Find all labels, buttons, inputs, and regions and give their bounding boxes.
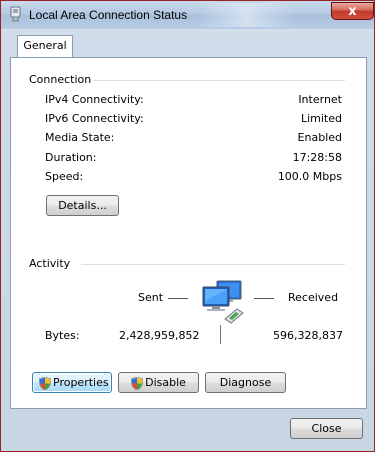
activity-separator — [220, 325, 221, 344]
media-state-value: Enabled — [297, 131, 342, 144]
duration-value: 17:28:58 — [292, 151, 342, 164]
received-connector-line — [254, 298, 274, 299]
duration-label: Duration: — [45, 151, 97, 164]
network-computers-icon — [201, 277, 247, 328]
window-close-button[interactable]: x — [331, 2, 374, 20]
activity-group-divider — [81, 264, 345, 265]
properties-button[interactable]: Properties — [32, 372, 112, 393]
activity-group-heading: Activity — [29, 257, 71, 270]
connection-group-heading: Connection — [29, 73, 92, 86]
close-button[interactable]: Close — [290, 418, 363, 439]
disable-button-label: Disable — [145, 376, 186, 389]
connection-group-divider — [93, 80, 345, 81]
media-state-label: Media State: — [45, 131, 115, 144]
disable-button[interactable]: Disable — [118, 372, 199, 393]
bytes-label: Bytes: — [45, 329, 80, 342]
diagnose-button[interactable]: Diagnose — [205, 372, 286, 393]
speed-value: 100.0 Mbps — [277, 170, 342, 183]
uac-shield-icon — [131, 376, 144, 390]
ipv6-connectivity-value: Limited — [300, 112, 342, 125]
tab-general[interactable]: General — [17, 35, 73, 58]
network-adapter-icon — [10, 6, 21, 23]
general-tab-panel: Connection IPv4 Connectivity: Internet I… — [10, 57, 367, 409]
title-bar-glass — [196, 3, 296, 27]
window-title: Local Area Connection Status — [29, 8, 188, 22]
sent-label: Sent — [138, 291, 164, 304]
speed-label: Speed: — [45, 170, 84, 183]
ipv4-connectivity-value: Internet — [298, 93, 342, 106]
sent-connector-line — [168, 298, 188, 299]
details-button[interactable]: Details... — [46, 195, 119, 216]
ipv6-connectivity-label: IPv6 Connectivity: — [45, 112, 144, 125]
title-bar[interactable]: Local Area Connection Status x — [1, 1, 374, 29]
bytes-received-value: 596,328,837 — [273, 329, 343, 342]
dialog-window: Local Area Connection Status x General C… — [0, 0, 375, 452]
properties-button-label: Properties — [53, 376, 109, 389]
bytes-sent-value: 2,428,959,852 — [119, 329, 200, 342]
uac-shield-icon — [39, 376, 51, 390]
received-label: Received — [288, 291, 339, 304]
ipv4-connectivity-label: IPv4 Connectivity: — [45, 93, 144, 106]
